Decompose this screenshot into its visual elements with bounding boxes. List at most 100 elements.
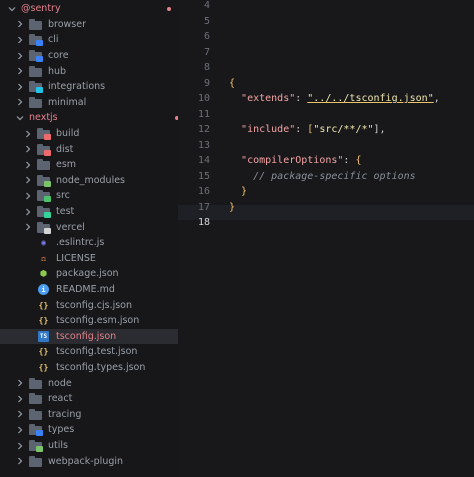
eslint-icon: ◉ [41,238,46,248]
explorer-item-label: hub [48,65,67,77]
explorer-item-src[interactable]: src [0,188,178,204]
explorer-item-browser[interactable]: browser [0,17,178,33]
chevron-right-icon[interactable] [15,378,25,388]
code-line[interactable]: } [229,202,235,213]
folder-icon [29,393,43,405]
explorer-item-vercel[interactable]: vercel [0,219,178,235]
chevron-right-icon[interactable] [23,175,33,185]
code-token: "../../tsconfig.json" [307,93,434,104]
code-token: ], [373,124,386,135]
chevron-right-icon[interactable] [23,160,33,170]
folder-cli-icon [29,34,43,47]
explorer-item-readme-md[interactable]: i README.md [0,282,178,298]
explorer-item-webpack-plugin[interactable]: webpack-plugin [0,453,178,469]
explorer-item-package-json[interactable]: ⬢ package.json [0,266,178,282]
folder-icon [29,408,43,420]
explorer-item-label: esm [56,159,77,171]
code-line[interactable]: { [229,78,235,89]
chevron-right-icon[interactable] [15,51,25,61]
explorer-item-label: src [56,190,70,202]
explorer-item-esm[interactable]: esm [0,157,178,173]
chevron-right-icon[interactable] [15,456,25,466]
explorer-item-nextjs[interactable]: nextjs [0,110,178,126]
explorer-item-integrations[interactable]: integrations [0,79,178,95]
chevron-right-icon[interactable] [23,129,33,139]
line-number: 11 [197,108,210,120]
explorer-item-label: minimal [48,96,87,108]
explorer-item-core[interactable]: core [0,48,178,64]
explorer-item-tsconfig-types-json[interactable]: {} tsconfig.types.json [0,360,178,376]
explorer-item-tsconfig-test-json[interactable]: {} tsconfig.test.json [0,344,178,360]
explorer-item-label: tracing [48,408,82,420]
chevron-right-icon[interactable] [15,425,25,435]
explorer-item-label: browser [48,18,87,30]
explorer-item-types[interactable]: types [0,422,178,438]
line-number: 17 [197,201,210,213]
code-token: { [229,77,236,89]
current-line-highlight [178,205,474,220]
explorer-item-tsconfig-esm-json[interactable]: {} tsconfig.esm.json [0,313,178,329]
line-number: 9 [203,77,210,89]
explorer-item-test[interactable]: test [0,204,178,220]
chevron-right-icon[interactable] [23,191,33,201]
chevron-right-icon[interactable] [15,66,25,76]
explorer-item-label: webpack-plugin [48,455,124,467]
code-line[interactable]: } [229,186,247,197]
line-number: 6 [203,31,210,42]
folder-integrations-icon [29,81,43,94]
explorer-item-dist[interactable]: dist [0,141,178,157]
explorer-item-label: tsconfig.types.json [56,362,146,374]
chevron-right-icon[interactable] [15,441,25,451]
chevron-right-icon[interactable] [23,207,33,217]
line-number: 4 [203,0,210,11]
explorer-item-node-modules[interactable]: node_modules [0,173,178,189]
explorer-item-eslintrc-js[interactable]: ◉ .eslintrc.js [0,235,178,251]
explorer-item-sentry[interactable]: @sentry [0,1,178,17]
chevron-down-icon[interactable] [15,113,25,123]
line-number: 18 [197,217,210,228]
chevron-right-icon[interactable] [15,409,25,419]
code-line[interactable]: "compilerOptions": { [229,155,361,166]
chevron-down-icon[interactable] [7,4,17,14]
chevron-right-icon[interactable] [15,97,25,107]
chevron-right-icon[interactable] [15,35,25,45]
folder-icon [29,18,43,30]
explorer-item-tsconfig-json[interactable]: TStsconfig.json1 [0,328,178,345]
code-editor[interactable]: 4 5 6 7 8 9 {10 "extends": "../../tsconfig.jso… [178,0,474,477]
explorer-item-cli[interactable]: cli [0,32,178,48]
explorer-item-tracing[interactable]: tracing [0,407,178,423]
code-line[interactable]: "extends": "../../tsconfig.json", [229,93,440,104]
chevron-right-icon[interactable] [15,82,25,92]
chevron-right-icon[interactable] [23,222,33,232]
explorer-item-utils[interactable]: utils [0,438,178,454]
line-number: 15 [197,170,210,182]
explorer-item-license[interactable]: ⚖ LICENSE [0,251,178,267]
explorer-item-label: tsconfig.esm.json [56,315,140,327]
explorer-item-tsconfig-cjs-json[interactable]: {} tsconfig.cjs.json [0,297,178,313]
explorer-item-label: react [48,393,73,405]
explorer-item-label: build [56,128,80,140]
line-number: 5 [203,15,210,27]
explorer-item-label: vercel [56,221,85,233]
explorer-item-hub[interactable]: hub [0,63,178,79]
chevron-right-icon[interactable] [23,144,33,154]
explorer-item-react[interactable]: react [0,391,178,407]
modified-dot-icon [167,6,171,11]
explorer-item-node[interactable]: node [0,375,178,391]
code-line[interactable]: "include": ["src/**/*"], [229,124,386,135]
code-line[interactable]: // package-specific options [229,171,416,182]
folder-test-icon [37,206,51,219]
explorer-item-build[interactable]: build [0,126,178,142]
code-token: "extends" [241,93,296,104]
explorer-item-label: cli [48,34,59,46]
code-token: : [295,124,308,135]
explorer-item-minimal[interactable]: minimal [0,95,178,111]
folder-types-icon [29,424,43,437]
chevron-right-icon[interactable] [15,394,25,404]
explorer-item-label: README.md [56,284,115,296]
folder-dist-icon [37,143,51,156]
chevron-right-icon[interactable] [15,19,25,29]
